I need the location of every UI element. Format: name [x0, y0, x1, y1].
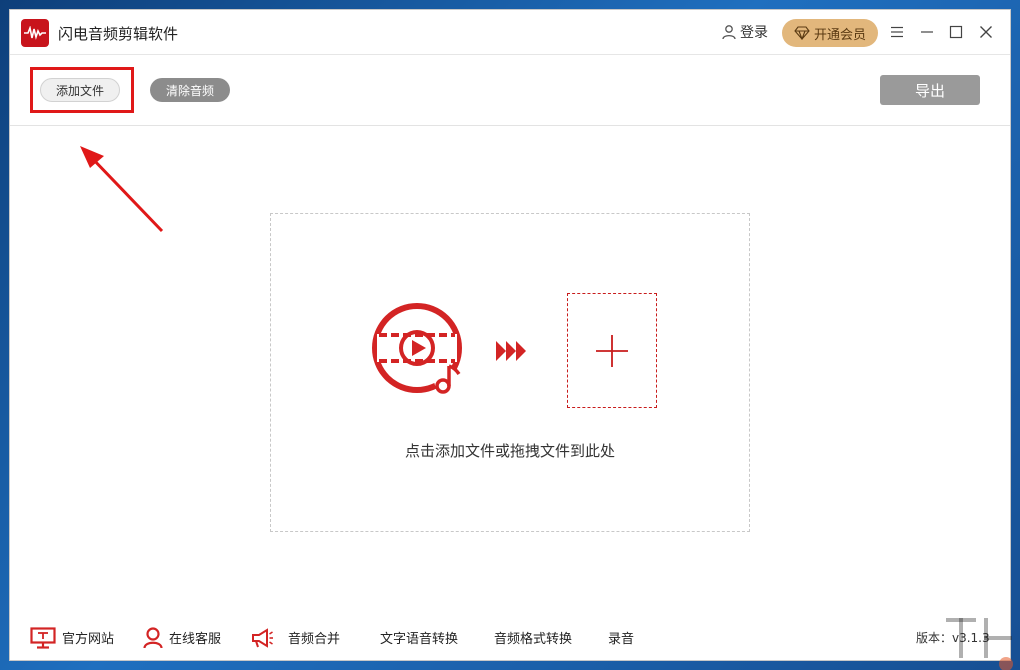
vip-button[interactable]: 开通会员: [782, 19, 878, 47]
footer-item-format-convert[interactable]: 音频格式转换: [494, 615, 572, 660]
drop-hint-text: 点击添加文件或拖拽文件到此处: [404, 442, 615, 460]
menu-button[interactable]: [885, 20, 909, 44]
megaphone-icon: [252, 627, 273, 648]
app-title: 闪电音频剪辑软件: [58, 25, 179, 43]
watermark-logo: [940, 610, 1020, 670]
footer-item-official-site[interactable]: 官方网站: [30, 615, 114, 660]
app-logo-icon: [21, 19, 49, 47]
footer-item-audio-merge[interactable]: 音频合并: [250, 615, 340, 660]
minimize-button[interactable]: [915, 20, 939, 44]
maximize-icon: [949, 25, 963, 39]
clear-audio-button[interactable]: 清除音频: [150, 78, 230, 102]
menu-icon: [891, 26, 903, 38]
fast-forward-icon: [496, 341, 526, 361]
person-icon: [143, 626, 163, 648]
app-window: 闪电音频剪辑软件 登录 开通会员 添加文件 清除音频 导出 点击添加文件或拖拽文…: [10, 10, 1010, 660]
arrow-annotation: [80, 146, 164, 233]
diamond-icon: [794, 26, 810, 40]
login-button[interactable]: 登录: [721, 22, 768, 42]
export-button[interactable]: 导出: [880, 75, 980, 105]
footer-item-recording[interactable]: 录音: [608, 615, 634, 660]
footer-label: 在线客服: [169, 632, 222, 647]
add-placeholder-box[interactable]: [567, 293, 657, 408]
vip-label: 开通会员: [813, 27, 866, 43]
media-file-icon: [372, 303, 462, 394]
footer-item-text-to-speech[interactable]: 文字语音转换: [380, 615, 458, 660]
user-icon: [722, 25, 736, 40]
footer-label: 录音: [608, 632, 635, 647]
minimize-icon: [921, 31, 933, 33]
footer-label: 音频合并: [288, 632, 341, 647]
plus-icon: [596, 334, 628, 367]
titlebar: 闪电音频剪辑软件 登录 开通会员: [10, 10, 1010, 55]
close-icon: [980, 26, 992, 38]
footer-label: 官方网站: [62, 632, 115, 647]
monitor-icon: [30, 626, 56, 649]
toolbar: 添加文件 清除音频 导出: [10, 55, 1010, 126]
footer-bar: 官方网站 在线客服 音频合并 文字语音转换 音频格式转换 录音 版本：v3.1.…: [10, 615, 1010, 660]
login-label: 登录: [740, 25, 768, 41]
footer-label: 文字语音转换: [380, 632, 459, 647]
close-button[interactable]: [974, 20, 998, 44]
file-drop-zone[interactable]: 点击添加文件或拖拽文件到此处: [270, 213, 750, 532]
footer-label: 音频格式转换: [494, 632, 573, 647]
maximize-button[interactable]: [944, 20, 968, 44]
highlight-annotation: [30, 67, 134, 113]
footer-item-online-support[interactable]: 在线客服: [143, 615, 221, 660]
